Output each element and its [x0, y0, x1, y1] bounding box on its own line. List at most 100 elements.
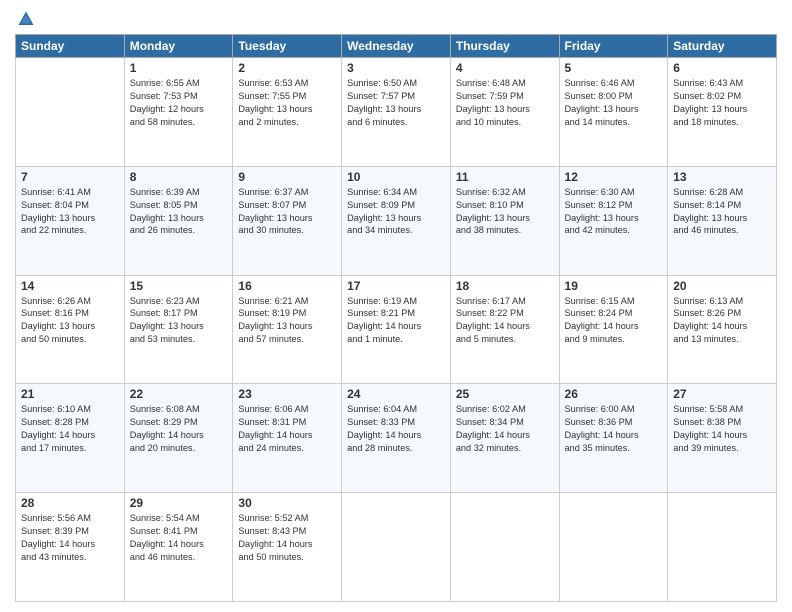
day-cell: 17 Sunrise: 6:19 AM Sunset: 8:21 PM Dayli… [342, 275, 451, 384]
day-number: 30 [238, 496, 336, 510]
day-info: Sunrise: 6:30 AM Sunset: 8:12 PM Dayligh… [565, 186, 663, 238]
weekday-header-row: SundayMondayTuesdayWednesdayThursdayFrid… [16, 35, 777, 58]
day-info: Sunrise: 6:00 AM Sunset: 8:36 PM Dayligh… [565, 403, 663, 455]
day-info: Sunrise: 5:54 AM Sunset: 8:41 PM Dayligh… [130, 512, 228, 564]
day-cell: 28 Sunrise: 5:56 AM Sunset: 8:39 PM Dayli… [16, 493, 125, 602]
day-cell: 9 Sunrise: 6:37 AM Sunset: 8:07 PM Daylig… [233, 166, 342, 275]
day-number: 22 [130, 387, 228, 401]
week-row-2: 14 Sunrise: 6:26 AM Sunset: 8:16 PM Dayli… [16, 275, 777, 384]
page: SundayMondayTuesdayWednesdayThursdayFrid… [0, 0, 792, 612]
day-cell: 19 Sunrise: 6:15 AM Sunset: 8:24 PM Dayli… [559, 275, 668, 384]
day-cell: 18Sunrise: 6:17 AM Sunset: 8:22 PM Dayli… [450, 275, 559, 384]
weekday-header-wednesday: Wednesday [342, 35, 451, 58]
day-cell: 27Sunrise: 5:58 AM Sunset: 8:38 PM Dayli… [668, 384, 777, 493]
day-cell [342, 493, 451, 602]
day-number: 3 [347, 61, 445, 75]
day-number: 21 [21, 387, 119, 401]
day-info: Sunrise: 6:37 AM Sunset: 8:07 PM Dayligh… [238, 186, 336, 238]
day-info: Sunrise: 6:26 AM Sunset: 8:16 PM Dayligh… [21, 295, 119, 347]
day-cell: 11Sunrise: 6:32 AM Sunset: 8:10 PM Dayli… [450, 166, 559, 275]
week-row-3: 21 Sunrise: 6:10 AM Sunset: 8:28 PM Dayli… [16, 384, 777, 493]
day-info: Sunrise: 6:39 AM Sunset: 8:05 PM Dayligh… [130, 186, 228, 238]
day-cell [559, 493, 668, 602]
day-number: 6 [673, 61, 771, 75]
day-info: Sunrise: 6:21 AM Sunset: 8:19 PM Dayligh… [238, 295, 336, 347]
header [15, 10, 777, 28]
day-number: 28 [21, 496, 119, 510]
day-info: Sunrise: 6:15 AM Sunset: 8:24 PM Dayligh… [565, 295, 663, 347]
week-row-1: 7 Sunrise: 6:41 AM Sunset: 8:04 PM Daylig… [16, 166, 777, 275]
day-cell: 22Sunrise: 6:08 AM Sunset: 8:29 PM Dayli… [124, 384, 233, 493]
day-number: 10 [347, 170, 445, 184]
day-number: 25 [456, 387, 554, 401]
day-number: 23 [238, 387, 336, 401]
weekday-header-friday: Friday [559, 35, 668, 58]
day-info: Sunrise: 6:34 AM Sunset: 8:09 PM Dayligh… [347, 186, 445, 238]
day-number: 2 [238, 61, 336, 75]
weekday-header-monday: Monday [124, 35, 233, 58]
day-cell: 5Sunrise: 6:46 AM Sunset: 8:00 PM Daylig… [559, 58, 668, 167]
day-number: 26 [565, 387, 663, 401]
day-cell: 12 Sunrise: 6:30 AM Sunset: 8:12 PM Dayli… [559, 166, 668, 275]
day-number: 4 [456, 61, 554, 75]
day-number: 16 [238, 279, 336, 293]
day-info: Sunrise: 6:19 AM Sunset: 8:21 PM Dayligh… [347, 295, 445, 347]
day-number: 8 [130, 170, 228, 184]
day-info: Sunrise: 6:23 AM Sunset: 8:17 PM Dayligh… [130, 295, 228, 347]
day-cell: 21 Sunrise: 6:10 AM Sunset: 8:28 PM Dayli… [16, 384, 125, 493]
day-cell: 1Sunrise: 6:55 AM Sunset: 7:53 PM Daylig… [124, 58, 233, 167]
logo [15, 10, 39, 28]
day-number: 17 [347, 279, 445, 293]
weekday-header-sunday: Sunday [16, 35, 125, 58]
day-info: Sunrise: 5:52 AM Sunset: 8:43 PM Dayligh… [238, 512, 336, 564]
day-cell: 13Sunrise: 6:28 AM Sunset: 8:14 PM Dayli… [668, 166, 777, 275]
day-cell: 10 Sunrise: 6:34 AM Sunset: 8:09 PM Dayli… [342, 166, 451, 275]
day-info: Sunrise: 6:43 AM Sunset: 8:02 PM Dayligh… [673, 77, 771, 129]
day-number: 19 [565, 279, 663, 293]
day-number: 29 [130, 496, 228, 510]
day-cell: 23 Sunrise: 6:06 AM Sunset: 8:31 PM Dayli… [233, 384, 342, 493]
day-info: Sunrise: 6:50 AM Sunset: 7:57 PM Dayligh… [347, 77, 445, 129]
day-cell [668, 493, 777, 602]
day-number: 27 [673, 387, 771, 401]
day-cell: 30 Sunrise: 5:52 AM Sunset: 8:43 PM Dayli… [233, 493, 342, 602]
day-cell: 8 Sunrise: 6:39 AM Sunset: 8:05 PM Daylig… [124, 166, 233, 275]
day-number: 9 [238, 170, 336, 184]
day-cell: 6 Sunrise: 6:43 AM Sunset: 8:02 PM Daylig… [668, 58, 777, 167]
day-cell: 14 Sunrise: 6:26 AM Sunset: 8:16 PM Dayli… [16, 275, 125, 384]
day-info: Sunrise: 6:55 AM Sunset: 7:53 PM Dayligh… [130, 77, 228, 129]
day-info: Sunrise: 6:13 AM Sunset: 8:26 PM Dayligh… [673, 295, 771, 347]
day-cell: 26 Sunrise: 6:00 AM Sunset: 8:36 PM Dayli… [559, 384, 668, 493]
day-cell: 15 Sunrise: 6:23 AM Sunset: 8:17 PM Dayli… [124, 275, 233, 384]
calendar-table: SundayMondayTuesdayWednesdayThursdayFrid… [15, 34, 777, 602]
week-row-0: 1Sunrise: 6:55 AM Sunset: 7:53 PM Daylig… [16, 58, 777, 167]
day-number: 13 [673, 170, 771, 184]
day-info: Sunrise: 6:04 AM Sunset: 8:33 PM Dayligh… [347, 403, 445, 455]
day-number: 12 [565, 170, 663, 184]
day-info: Sunrise: 6:17 AM Sunset: 8:22 PM Dayligh… [456, 295, 554, 347]
day-info: Sunrise: 5:56 AM Sunset: 8:39 PM Dayligh… [21, 512, 119, 564]
day-info: Sunrise: 6:53 AM Sunset: 7:55 PM Dayligh… [238, 77, 336, 129]
logo-icon [17, 10, 35, 28]
day-cell: 16 Sunrise: 6:21 AM Sunset: 8:19 PM Dayli… [233, 275, 342, 384]
day-number: 14 [21, 279, 119, 293]
day-cell: 29 Sunrise: 5:54 AM Sunset: 8:41 PM Dayli… [124, 493, 233, 602]
day-cell [16, 58, 125, 167]
day-cell [450, 493, 559, 602]
day-cell: 7 Sunrise: 6:41 AM Sunset: 8:04 PM Daylig… [16, 166, 125, 275]
day-number: 24 [347, 387, 445, 401]
day-info: Sunrise: 6:02 AM Sunset: 8:34 PM Dayligh… [456, 403, 554, 455]
day-info: Sunrise: 6:10 AM Sunset: 8:28 PM Dayligh… [21, 403, 119, 455]
day-info: Sunrise: 6:48 AM Sunset: 7:59 PM Dayligh… [456, 77, 554, 129]
day-cell: 3 Sunrise: 6:50 AM Sunset: 7:57 PM Daylig… [342, 58, 451, 167]
day-cell: 25 Sunrise: 6:02 AM Sunset: 8:34 PM Dayli… [450, 384, 559, 493]
weekday-header-tuesday: Tuesday [233, 35, 342, 58]
day-cell: 24 Sunrise: 6:04 AM Sunset: 8:33 PM Dayli… [342, 384, 451, 493]
day-number: 7 [21, 170, 119, 184]
weekday-header-thursday: Thursday [450, 35, 559, 58]
day-info: Sunrise: 6:06 AM Sunset: 8:31 PM Dayligh… [238, 403, 336, 455]
day-cell: 4 Sunrise: 6:48 AM Sunset: 7:59 PM Daylig… [450, 58, 559, 167]
day-number: 15 [130, 279, 228, 293]
day-info: Sunrise: 6:41 AM Sunset: 8:04 PM Dayligh… [21, 186, 119, 238]
day-number: 5 [565, 61, 663, 75]
